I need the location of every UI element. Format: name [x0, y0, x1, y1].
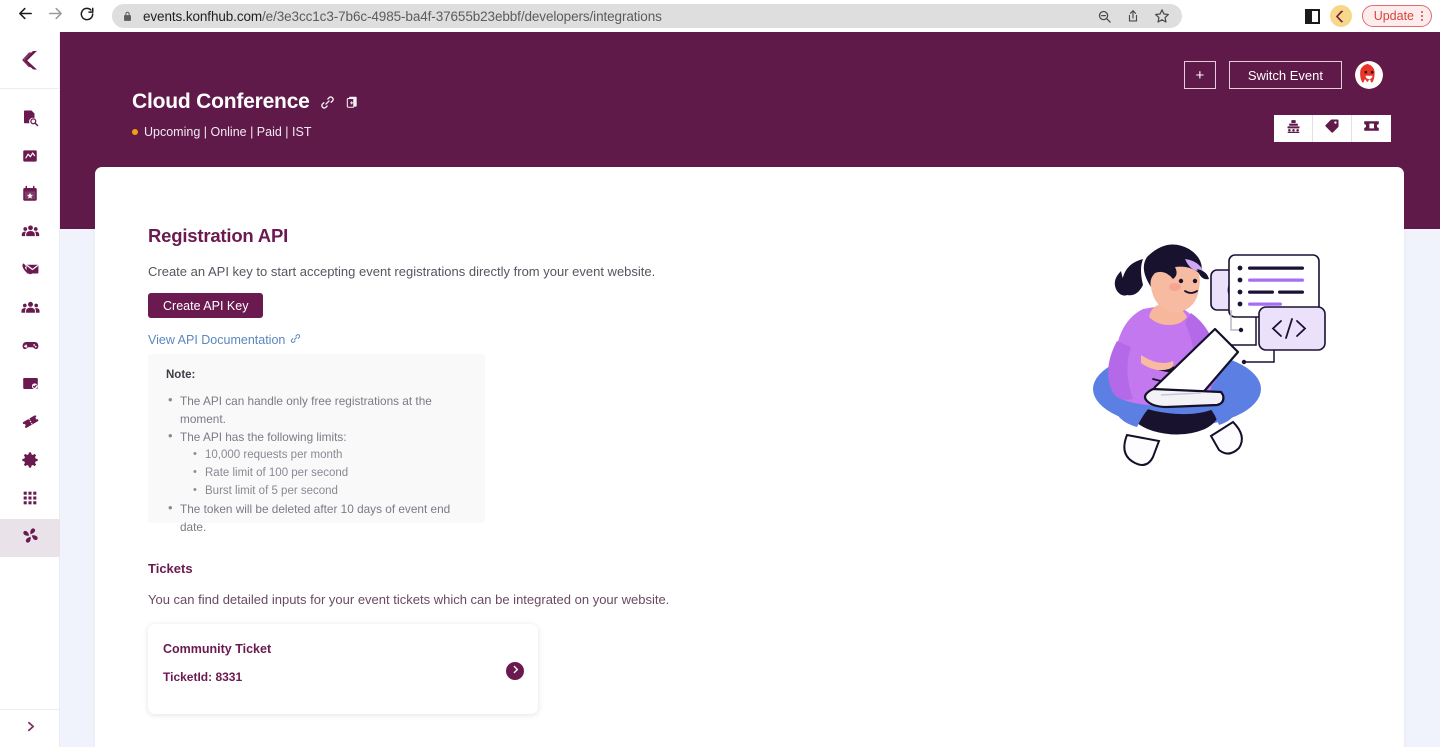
sidebar-item-schedule[interactable]	[0, 177, 60, 215]
developer-coding-illustration	[1081, 237, 1346, 477]
sidebar-item-audience[interactable]	[0, 291, 60, 329]
url-text: events.konfhub.com/e/3e3cc1c3-7b6c-4985-…	[143, 9, 662, 24]
price-tag-icon	[1324, 118, 1340, 139]
note-item-label: The API has the following limits:	[180, 430, 347, 444]
ticket-detail-button[interactable]	[506, 662, 524, 680]
group-people-icon	[21, 222, 40, 246]
calendar-star-icon	[21, 185, 39, 208]
page-title: Cloud Conference	[132, 90, 310, 113]
note-subitem: Rate limit of 100 per second	[192, 463, 467, 482]
reload-icon	[79, 6, 95, 27]
ticket-name: Community Ticket	[163, 642, 272, 656]
sidebar-item-communications[interactable]	[0, 253, 60, 291]
update-label: Update	[1373, 9, 1414, 23]
sidebar-item-promotions[interactable]	[0, 405, 60, 443]
sidebar-item-apps[interactable]	[0, 481, 60, 519]
api-note-box: Note: The API can handle only free regis…	[148, 354, 485, 534]
registration-api-card: Registration API Create an API key to st…	[95, 167, 1404, 747]
note-sublist: 10,000 requests per month Rate limit of …	[180, 445, 467, 500]
avatar[interactable]	[1355, 61, 1383, 89]
pricing-button[interactable]	[1313, 115, 1352, 142]
gear-icon	[21, 451, 39, 474]
forward-button[interactable]	[40, 1, 70, 31]
note-item: The API has the following limits: 10,000…	[166, 427, 467, 500]
chevron-right-icon	[511, 665, 520, 677]
lock-icon	[122, 10, 133, 23]
tickets-button[interactable]	[1352, 115, 1391, 142]
arrow-left-icon	[17, 5, 34, 27]
update-button[interactable]: Update	[1361, 5, 1432, 27]
add-button[interactable]: +	[1183, 61, 1216, 89]
note-subitem: Burst limit of 5 per second	[192, 481, 467, 500]
section-title: Registration API	[148, 225, 289, 246]
star-icon[interactable]	[1154, 8, 1170, 24]
browser-right-controls: Update	[1304, 0, 1432, 32]
tickets-section-title: Tickets	[148, 561, 193, 576]
sidebar-item-overview[interactable]	[0, 101, 60, 139]
overflow-menu-icon[interactable]	[1421, 11, 1423, 21]
sidebar-item-engagement[interactable]	[0, 329, 60, 367]
note-item: The API can handle only free registratio…	[166, 391, 467, 428]
wallet-check-icon	[21, 374, 40, 398]
external-link-icon	[290, 333, 301, 347]
note-list: The API can handle only free registratio…	[166, 391, 467, 536]
integrations-pinwheel-icon	[21, 526, 40, 550]
link-icon[interactable]	[320, 95, 335, 110]
note-item: The token will be deleted after 10 days …	[166, 499, 467, 536]
sidebar-item-analytics[interactable]	[0, 139, 60, 177]
sidebar-item-attendees[interactable]	[0, 215, 60, 253]
address-bar-actions	[1097, 4, 1182, 28]
ticket-card[interactable]: Community Ticket TicketId: 8331	[148, 624, 538, 714]
sidebar-item-payouts[interactable]	[0, 367, 60, 405]
coupon-ticket-icon	[21, 412, 40, 436]
event-status-meta: Upcoming | Online | Paid | IST	[132, 125, 311, 139]
url-path: /e/3e3cc1c3-7b6c-4985-ba4f-37655b23ebbf/…	[262, 8, 662, 24]
chevron-right-icon	[24, 720, 37, 738]
back-button[interactable]	[10, 1, 40, 31]
speaker-podium-icon	[1286, 119, 1301, 139]
note-label: Note:	[166, 369, 196, 381]
analytics-chart-icon	[21, 147, 39, 170]
ticket-id: TicketId: 8331	[163, 670, 243, 684]
share-icon[interactable]	[1126, 8, 1140, 24]
create-api-key-button[interactable]: Create API Key	[148, 293, 264, 318]
reload-button[interactable]	[72, 1, 102, 31]
sidebar-item-integrations[interactable]	[0, 519, 60, 557]
zoom-out-icon[interactable]	[1097, 9, 1112, 24]
page-content: Cloud Conference Upcoming | Online | Pai…	[60, 32, 1440, 747]
sidebar-item-settings[interactable]	[0, 443, 60, 481]
konfhub-extension-icon[interactable]	[1329, 5, 1352, 27]
switch-event-button[interactable]: Switch Event	[1228, 61, 1342, 89]
crowd-people-icon	[20, 298, 40, 322]
url-host: events.konfhub.com	[143, 8, 263, 24]
ticket-icon	[1363, 119, 1380, 138]
game-controller-icon	[21, 336, 40, 360]
sidebar-items	[0, 89, 60, 557]
mail-phone-icon	[21, 260, 40, 284]
sidebar-collapse-button[interactable]	[0, 709, 60, 747]
arrow-right-icon	[47, 5, 64, 27]
header-tool-group	[1274, 115, 1391, 142]
grid-apps-icon	[22, 490, 38, 511]
doc-link-label: View API Documentation	[148, 333, 286, 347]
document-search-icon	[21, 109, 39, 132]
tickets-section-description: You can find detailed inputs for your ev…	[148, 592, 670, 607]
browser-toolbar: events.konfhub.com/e/3e3cc1c3-7b6c-4985-…	[0, 0, 1440, 32]
view-api-documentation-link[interactable]: View API Documentation	[148, 333, 301, 347]
sidebar	[0, 32, 60, 747]
note-subitem: 10,000 requests per month	[192, 445, 467, 464]
status-badge-dot	[132, 129, 138, 135]
split-view-icon[interactable]	[1304, 8, 1320, 24]
address-bar[interactable]: events.konfhub.com/e/3e3cc1c3-7b6c-4985-…	[112, 4, 1182, 28]
section-description: Create an API key to start accepting eve…	[148, 264, 656, 279]
event-status-text: Upcoming | Online | Paid | IST	[144, 125, 312, 139]
speakers-button[interactable]	[1274, 115, 1313, 142]
konfhub-logo-icon[interactable]	[0, 32, 60, 89]
header-actions: + Switch Event	[1183, 61, 1383, 89]
event-title-row: Cloud Conference	[132, 90, 359, 114]
duplicate-icon[interactable]	[345, 95, 359, 109]
